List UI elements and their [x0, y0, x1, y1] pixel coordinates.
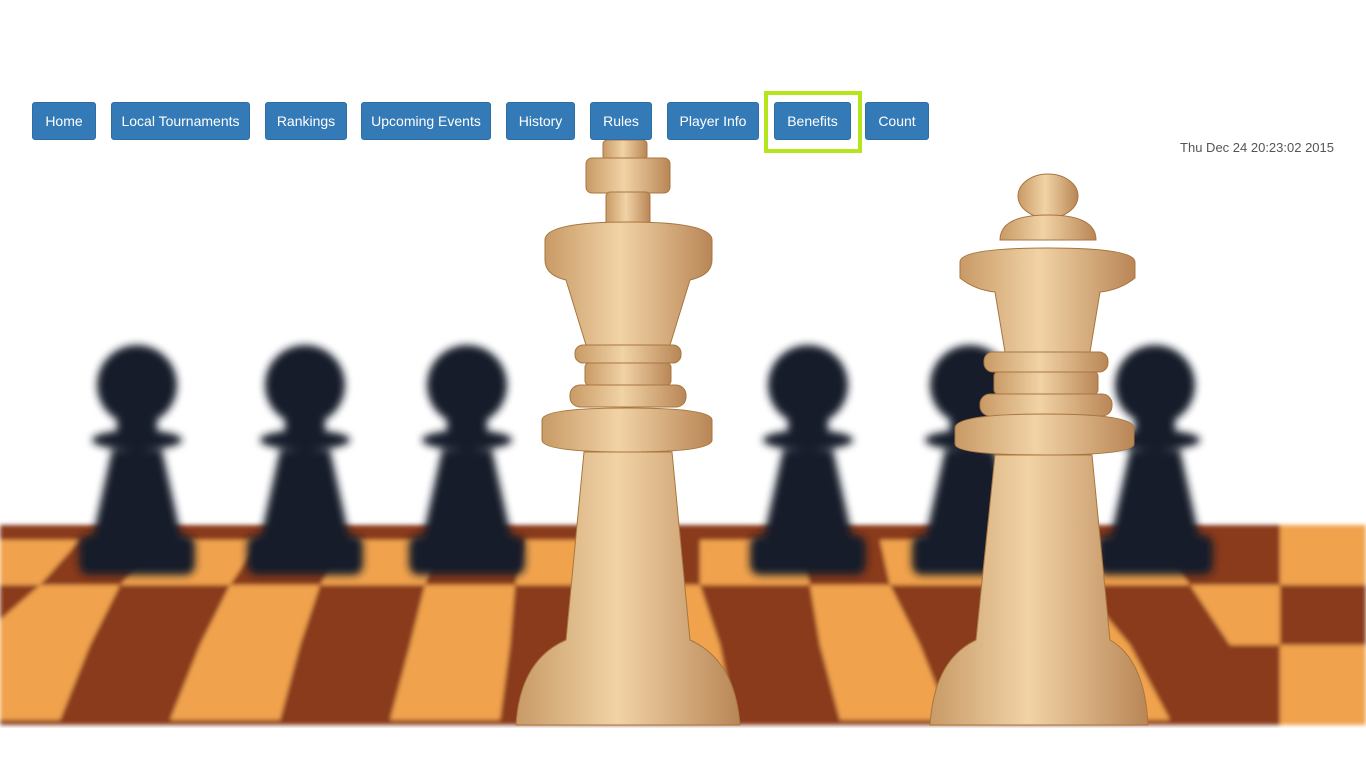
nav-upcoming-events-button[interactable]: Upcoming Events — [361, 102, 491, 140]
nav-rules-button[interactable]: Rules — [590, 102, 652, 140]
nav-local-tournaments-button[interactable]: Local Tournaments — [111, 102, 250, 140]
nav-count-button[interactable]: Count — [865, 102, 929, 140]
nav-benefits-button[interactable]: Benefits — [774, 102, 851, 140]
hero-chess-image — [0, 140, 1366, 728]
nav-home-button[interactable]: Home — [32, 102, 96, 140]
current-datetime: Thu Dec 24 20:23:02 2015 — [1180, 140, 1334, 155]
nav-player-info-button[interactable]: Player Info — [667, 102, 759, 140]
main-navigation: Home Local Tournaments Rankings Upcoming… — [0, 0, 1366, 160]
nav-history-button[interactable]: History — [506, 102, 575, 140]
nav-rankings-button[interactable]: Rankings — [265, 102, 347, 140]
